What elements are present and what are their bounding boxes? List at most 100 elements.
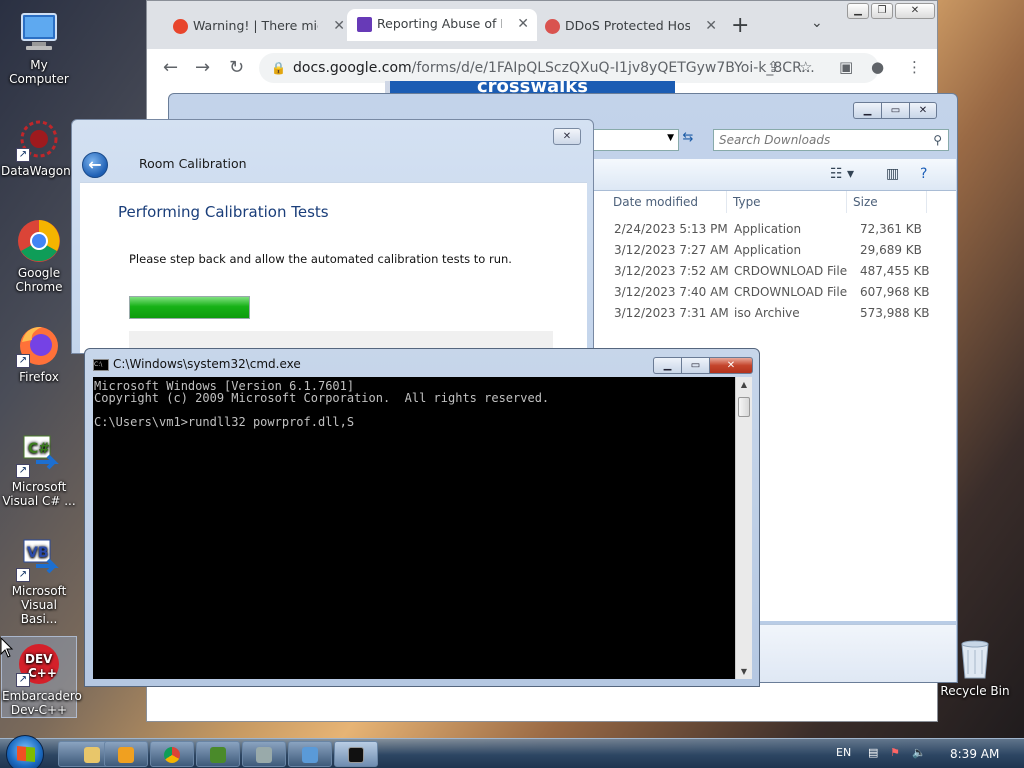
close-button[interactable]: ✕	[895, 3, 935, 19]
taskbar-chrome-button[interactable]	[150, 741, 194, 767]
desktop-icon-visual-basic[interactable]: VB ↗ Microsoft Visual Basi...	[1, 536, 77, 626]
cell-date-modified: 3/12/2023 7:31 AM	[614, 306, 729, 320]
tab-favicon-icon	[173, 19, 188, 34]
svg-text:DEV: DEV	[25, 652, 53, 666]
back-arrow-icon[interactable]: ←	[82, 152, 108, 178]
address-bar[interactable]: 🔒 docs.google.com/forms/d/e/1FAIpQLSczQXu…	[259, 53, 879, 83]
calibration-icon	[302, 747, 318, 763]
desktop-icon-firefox[interactable]: ↗ Firefox	[1, 322, 77, 384]
tab-close-icon[interactable]: ✕	[705, 11, 717, 41]
tab-reporting-abuse[interactable]: Reporting Abuse of Bit ✕	[347, 9, 537, 41]
window-title: Room Calibration	[139, 156, 247, 171]
minimize-button[interactable]: ▁	[853, 102, 881, 119]
console-scrollbar[interactable]: ▲ ▼	[735, 377, 752, 679]
desktop-icon-datawagon[interactable]: ↗ DataWagon...	[1, 116, 83, 178]
desktop-icon-my-computer[interactable]: My Computer	[1, 10, 77, 86]
volume-icon[interactable]: 🔈	[912, 746, 926, 759]
explorer-address-bar[interactable]: ▼	[589, 129, 679, 151]
visual-csharp-icon: C# ↗	[16, 432, 62, 478]
cell-size: 573,988 KB	[860, 306, 930, 320]
desktop-icon-google-chrome[interactable]: Google Chrome	[1, 218, 77, 294]
shortcut-arrow-icon: ↗	[16, 673, 30, 687]
desktop-icon-label: Microsoft Visual C# ...	[2, 480, 76, 508]
lock-icon: 🔒	[271, 61, 286, 75]
language-indicator[interactable]: EN	[836, 746, 851, 759]
svg-text:VB: VB	[27, 545, 49, 561]
column-header-size[interactable]: Size	[847, 191, 927, 213]
forward-arrow-icon[interactable]: →	[195, 57, 210, 78]
tab-warning[interactable]: Warning! | There might ✕	[163, 11, 353, 41]
help-icon[interactable]: ?	[920, 166, 927, 182]
flag-alert-icon[interactable]: ⚑	[890, 746, 900, 759]
desktop-icon-label: DataWagon...	[1, 164, 83, 178]
cell-date-modified: 3/12/2023 7:40 AM	[614, 285, 729, 299]
cell-type: CRDOWNLOAD File	[734, 285, 848, 299]
tab-favicon-icon	[545, 19, 560, 34]
scroll-thumb[interactable]	[738, 397, 750, 417]
search-placeholder: Search Downloads	[719, 133, 831, 147]
bookmark-star-icon[interactable]: ☆	[799, 58, 812, 76]
share-icon[interactable]: ⇪	[767, 58, 780, 76]
windows-logo-icon	[17, 746, 35, 762]
close-button[interactable]: ✕	[709, 357, 753, 374]
explorer-window-controls: ▁ ▭ ✕	[853, 102, 937, 119]
refresh-icon[interactable]: ⇆	[677, 130, 699, 150]
dev-cpp-icon: DEV C++ ↗	[16, 641, 62, 687]
chrome-menu-icon[interactable]: ⋮	[907, 58, 922, 76]
desktop-icon-visual-csharp[interactable]: C# ↗ Microsoft Visual C# ...	[1, 432, 77, 508]
tab-ddos-hosting[interactable]: DDoS Protected Hostin ✕	[535, 11, 725, 41]
tab-search-chevron-icon[interactable]: ⌄	[811, 15, 823, 31]
shortcut-arrow-icon: ↗	[16, 464, 30, 478]
wizard-instruction: Please step back and allow the automated…	[129, 252, 512, 266]
side-panel-icon[interactable]: ▣	[839, 58, 853, 76]
console-output[interactable]: Microsoft Windows [Version 6.1.7601] Copy…	[93, 377, 735, 679]
cmd-window-controls: ▁ ▭ ✕	[653, 357, 753, 374]
maximize-button[interactable]: ❐	[871, 3, 893, 19]
minimize-button[interactable]: ▁	[847, 3, 869, 19]
scroll-down-icon[interactable]: ▼	[736, 667, 752, 676]
shortcut-arrow-icon: ↗	[16, 148, 30, 162]
scroll-up-icon[interactable]: ▲	[736, 380, 752, 389]
cell-date-modified: 2/24/2023 5:13 PM	[614, 222, 728, 236]
close-button[interactable]: ✕	[553, 128, 581, 145]
taskbar-media-player-button[interactable]	[104, 741, 148, 767]
start-button[interactable]	[6, 735, 44, 768]
address-dropdown-icon[interactable]: ▼	[667, 133, 674, 143]
progress-fill	[130, 297, 249, 318]
network-icon[interactable]: ▤	[868, 746, 878, 759]
tab-close-icon[interactable]: ✕	[517, 9, 529, 39]
taskbar-cmd-button[interactable]	[334, 741, 378, 767]
speaker-icon	[256, 747, 272, 763]
new-tab-button[interactable]: +	[731, 11, 749, 41]
taskbar-speaker-button[interactable]	[242, 741, 286, 767]
svg-text:C++: C++	[28, 666, 57, 680]
url-path: /forms/d/e/1FAIpQLSczQXuQ-I1jv8yQETGyw7B…	[411, 60, 815, 76]
back-arrow-icon[interactable]: ←	[163, 57, 178, 78]
reload-icon[interactable]: ↻	[229, 57, 244, 78]
cell-type: CRDOWNLOAD File	[734, 264, 848, 278]
close-button[interactable]: ✕	[909, 102, 937, 119]
view-options-icon[interactable]: ☷ ▾	[830, 166, 854, 182]
maximize-button[interactable]: ▭	[681, 357, 709, 374]
cell-size: 29,689 KB	[860, 243, 922, 257]
taskbar-calibration-button[interactable]	[288, 741, 332, 767]
tab-close-icon[interactable]: ✕	[333, 11, 345, 41]
preview-pane-icon[interactable]: ▥	[886, 166, 899, 182]
cell-size: 607,968 KB	[860, 285, 930, 299]
minimize-button[interactable]: ▁	[653, 357, 681, 374]
profile-avatar-icon[interactable]: ●	[871, 58, 884, 76]
column-header-date[interactable]: Date modified	[607, 191, 727, 213]
cell-size: 72,361 KB	[860, 222, 922, 236]
cell-type: Application	[734, 222, 802, 236]
taskbar-csharp-button[interactable]	[196, 741, 240, 767]
desktop-icon-label: Recycle Bin	[940, 684, 1010, 698]
clock[interactable]: 8:39 AM	[950, 747, 999, 761]
wizard-heading: Performing Calibration Tests	[118, 203, 329, 221]
cell-type: iso Archive	[734, 306, 800, 320]
console-line: C:\Users\vm1>rundll32 powrprof.dll,S	[94, 415, 355, 429]
shortcut-arrow-icon: ↗	[16, 354, 30, 368]
search-downloads-input[interactable]: Search Downloads ⚲	[713, 129, 949, 151]
maximize-button[interactable]: ▭	[881, 102, 909, 119]
column-header-type[interactable]: Type	[727, 191, 847, 213]
tab-title: DDoS Protected Hostin	[565, 18, 690, 33]
